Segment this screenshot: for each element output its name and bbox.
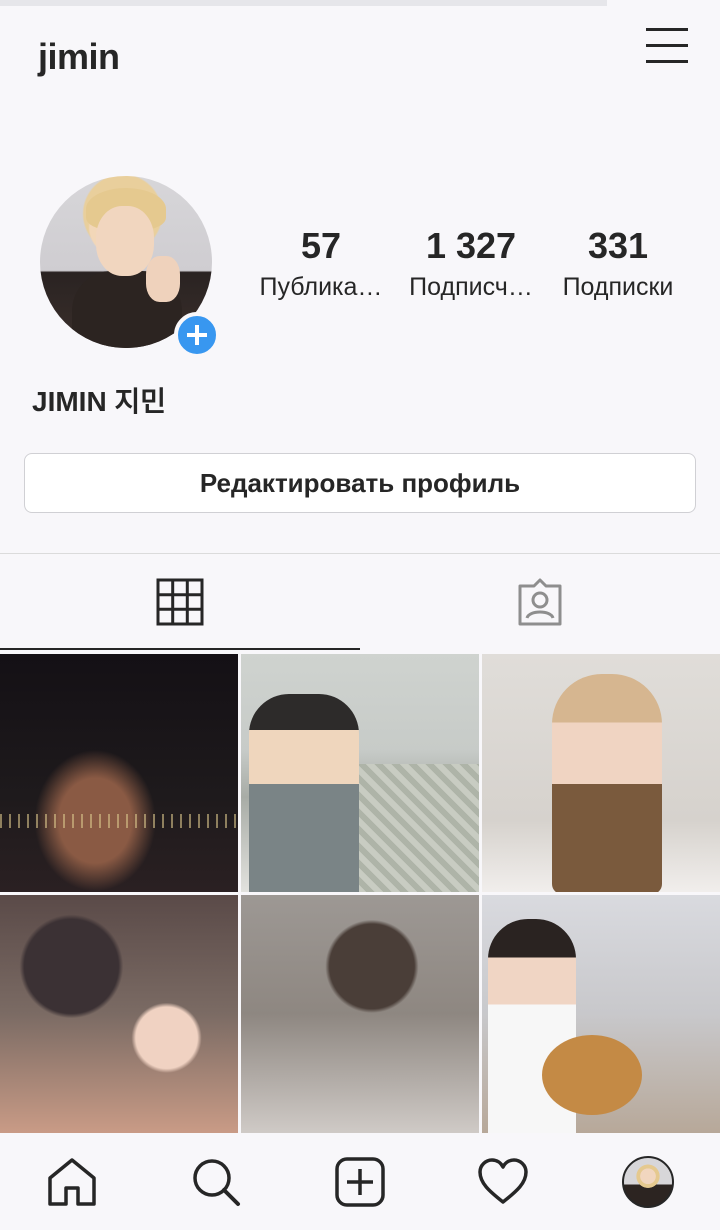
posts-label: Публика… xyxy=(259,273,383,301)
avatar-hand xyxy=(146,256,180,302)
stat-posts[interactable]: 57 Публика… xyxy=(256,226,386,302)
nav-search[interactable] xyxy=(190,1156,242,1208)
following-label: Подписки xyxy=(562,273,674,301)
full-name: JIMIN 지민 xyxy=(32,386,166,417)
posts-grid xyxy=(0,654,720,1134)
nav-add-post[interactable] xyxy=(334,1156,386,1208)
photo-person xyxy=(552,674,662,892)
menu-line xyxy=(646,60,688,63)
photo-person xyxy=(249,694,359,892)
tagged-person-icon xyxy=(518,578,562,626)
nav-home[interactable] xyxy=(46,1156,98,1208)
stat-following[interactable]: 331 Подписки xyxy=(548,226,688,302)
heart-icon xyxy=(478,1158,528,1204)
menu-line xyxy=(646,44,688,47)
search-icon xyxy=(193,1159,240,1206)
bottom-navigation xyxy=(0,1134,720,1230)
photo-table xyxy=(341,764,479,892)
post-thumbnail[interactable] xyxy=(241,654,479,892)
post-thumbnail[interactable] xyxy=(0,895,238,1133)
username-title: jimin xyxy=(38,36,120,77)
tab-posts-grid[interactable] xyxy=(0,554,360,650)
home-icon xyxy=(48,1158,96,1206)
nav-profile[interactable] xyxy=(622,1156,674,1208)
post-thumbnail[interactable] xyxy=(482,654,720,892)
followers-label: Подписч… xyxy=(409,273,533,301)
posts-count: 57 xyxy=(300,225,342,266)
followers-count: 1 327 xyxy=(425,225,517,266)
grid-icon xyxy=(156,578,204,626)
following-count: 331 xyxy=(587,225,649,266)
profile-header: jimin xyxy=(0,0,720,120)
post-thumbnail[interactable] xyxy=(241,895,479,1133)
add-post-icon xyxy=(335,1157,385,1207)
post-thumbnail[interactable] xyxy=(482,895,720,1133)
photo-dog xyxy=(542,1035,642,1115)
profile-mini-avatar xyxy=(622,1156,674,1208)
menu-button[interactable] xyxy=(640,24,696,68)
avatar-face xyxy=(96,206,154,276)
city-lights xyxy=(0,814,238,828)
add-story-icon[interactable] xyxy=(174,312,220,358)
nav-activity[interactable] xyxy=(477,1156,529,1208)
post-thumbnail[interactable] xyxy=(0,654,238,892)
profile-tabs xyxy=(0,554,720,650)
tab-tagged[interactable] xyxy=(360,554,720,650)
profile-avatar-wrap[interactable] xyxy=(40,176,220,358)
menu-line xyxy=(646,28,688,31)
stat-followers[interactable]: 1 327 Подписч… xyxy=(400,226,542,302)
edit-profile-button[interactable]: Редактировать профиль xyxy=(24,453,696,513)
